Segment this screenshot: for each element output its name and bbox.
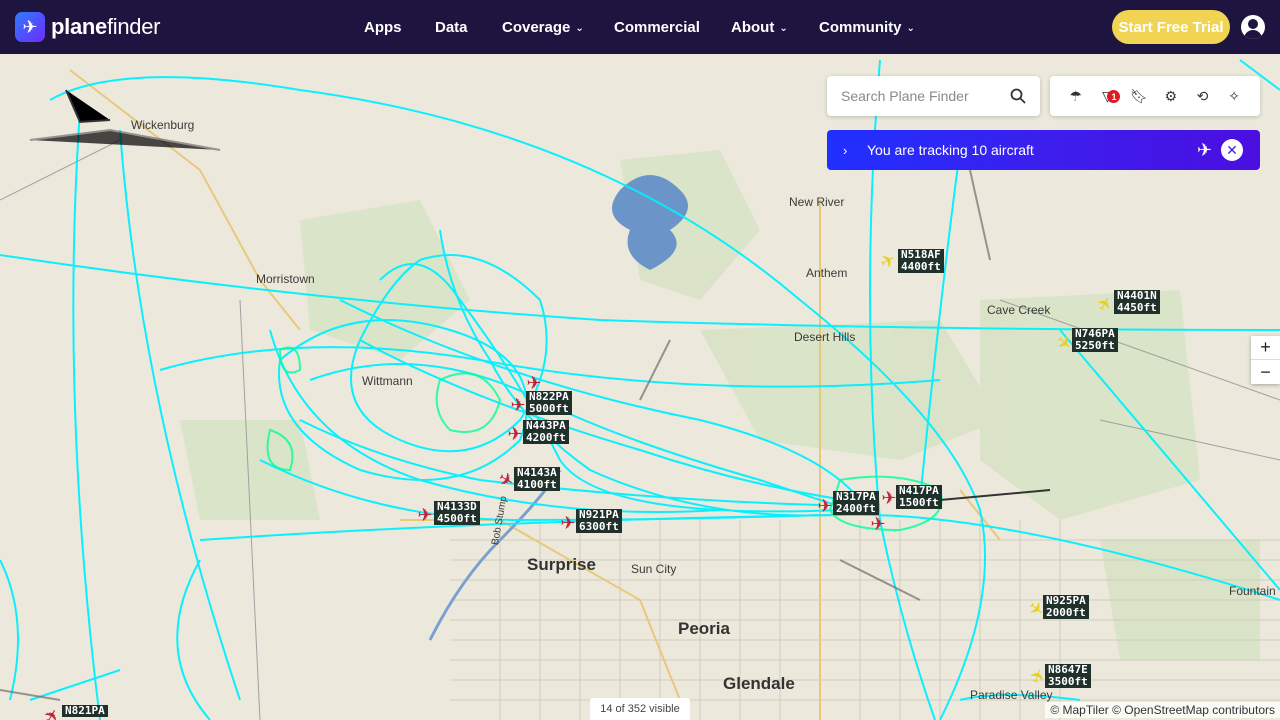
tracking-text: You are tracking 10 aircraft [867, 142, 1034, 158]
place-fountain: Fountain [1229, 584, 1276, 598]
aircraft-tag[interactable]: N746PA 5250ft [1072, 328, 1118, 352]
nav-coverage-label: Coverage [502, 18, 571, 36]
search-box [827, 76, 1040, 116]
nav-apps[interactable]: Apps [364, 19, 402, 36]
brand-rest: finder [106, 14, 161, 39]
aircraft-tag[interactable]: N443PA 4200ft [523, 420, 569, 444]
place-paradise-valley: Paradise Valley [970, 688, 1053, 702]
nav-about-label: About [731, 18, 775, 36]
aircraft-marker[interactable]: ✈ [505, 424, 525, 444]
bookmark-icon[interactable]: 🔖︎ [1129, 86, 1149, 106]
place-desert-hills: Desert Hills [794, 330, 856, 344]
chevron-down-icon: ⌄ [779, 22, 788, 34]
place-glendale: Glendale [723, 674, 795, 693]
aircraft-tag[interactable]: N4133D 4500ft [434, 501, 480, 525]
brand-bold: plane [51, 14, 107, 39]
place-sun-city: Sun City [631, 562, 677, 576]
planefinder-logo[interactable]: ✈ planefinder [15, 12, 161, 42]
zoom-out-button[interactable]: − [1251, 360, 1280, 384]
nav-commercial-label: Commercial [614, 18, 700, 36]
place-surprise: Surprise [527, 555, 596, 574]
search-input[interactable] [841, 88, 1001, 104]
chevron-down-icon: ⌄ [906, 22, 915, 34]
aircraft-tag[interactable]: N925PA 2000ft [1043, 595, 1089, 619]
place-anthem: Anthem [806, 266, 848, 280]
aircraft-tag[interactable]: N518AF 4400ft [898, 249, 944, 273]
aircraft-tag[interactable]: N317PA 2400ft [833, 491, 879, 515]
place-cave-creek: Cave Creek [987, 303, 1051, 317]
nav-community-label: Community [819, 18, 902, 36]
aircraft-tag[interactable]: N921PA 6300ft [576, 509, 622, 533]
nav-coverage[interactable]: Coverage ⌄ [502, 19, 584, 36]
account-icon[interactable] [1241, 15, 1265, 39]
plane-icon: ✈ [1197, 140, 1213, 160]
map-toolbar: ☂ ▽1 🔖︎ ⚙ ⟲ ✧ [1050, 76, 1260, 116]
filter-icon[interactable]: ▽1 [1097, 86, 1121, 106]
nav-community[interactable]: Community ⌄ [819, 19, 915, 36]
top-navigation-bar: ✈ planefinder Apps Data Coverage ⌄ Commer… [0, 0, 1280, 54]
place-wickenburg: Wickenburg [131, 118, 195, 132]
aircraft-tag[interactable]: N417PA 1500ft [896, 485, 942, 509]
close-icon[interactable]: ✕ [1221, 139, 1243, 161]
aircraft-marker[interactable]: ✈ [558, 513, 578, 533]
chevron-down-icon: ⌄ [575, 22, 584, 34]
zoom-control: + − [1251, 336, 1280, 384]
gear-icon[interactable]: ⚙ [1161, 86, 1181, 106]
aircraft-tag[interactable]: N4401N 4450ft [1114, 290, 1160, 314]
place-wittmann: Wittmann [362, 374, 413, 388]
aircraft-tag[interactable]: N8647E 3500ft [1045, 664, 1091, 688]
tracking-banner[interactable]: › You are tracking 10 aircraft ✈ ✕ [827, 130, 1260, 170]
map-attribution[interactable]: © MapTiler © OpenStreetMap contributors [1045, 702, 1280, 718]
aircraft-tag[interactable]: N4143A 4100ft [514, 467, 560, 491]
search-icon[interactable] [1010, 88, 1026, 104]
zoom-in-button[interactable]: + [1251, 336, 1280, 360]
filter-badge: 1 [1107, 90, 1121, 103]
playback-icon[interactable]: ✧ [1224, 86, 1244, 106]
aircraft-marker[interactable]: ✈ [508, 395, 528, 415]
aircraft-marker[interactable]: ✈ [415, 505, 435, 525]
nav-about[interactable]: About ⌄ [731, 19, 788, 36]
aircraft-tag[interactable]: N822PA 5000ft [526, 391, 572, 415]
aircraft-marker[interactable]: ✈ [868, 514, 888, 534]
aircraft-tag[interactable]: N821PA [62, 705, 108, 717]
nav-data[interactable]: Data [435, 19, 468, 36]
plane-logo-icon: ✈ [15, 12, 45, 42]
history-icon[interactable]: ⟲ [1192, 86, 1212, 106]
place-new-river: New River [789, 195, 845, 209]
place-peoria: Peoria [678, 619, 730, 638]
place-morristown: Morristown [256, 272, 315, 286]
visible-count: 14 of 352 visible [590, 698, 690, 720]
nav-data-label: Data [435, 18, 468, 36]
chevron-right-icon[interactable]: › [843, 143, 859, 158]
aircraft-marker[interactable]: ✈ [815, 496, 835, 516]
nav-commercial[interactable]: Commercial [614, 19, 700, 36]
nav-apps-label: Apps [364, 18, 402, 36]
weather-icon[interactable]: ☂ [1066, 86, 1086, 106]
start-free-trial-button[interactable]: Start Free Trial [1112, 10, 1230, 44]
